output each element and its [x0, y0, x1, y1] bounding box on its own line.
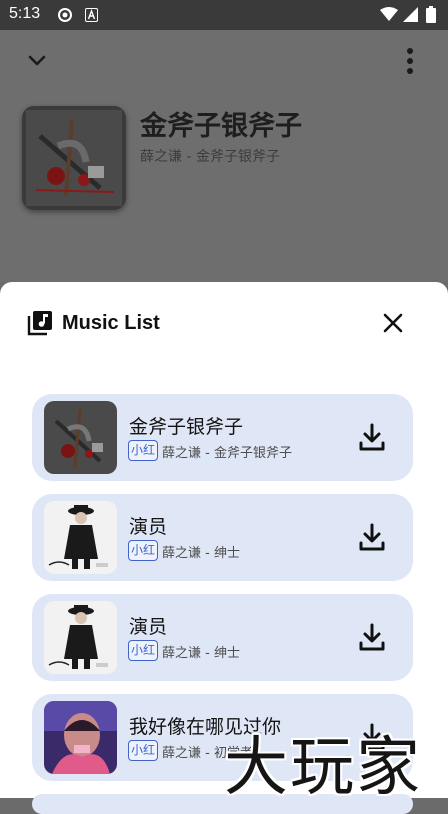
now-playing-subtitle: 薛之谦 - 金斧子银斧子	[140, 149, 280, 165]
song-cover	[44, 501, 117, 574]
watermark: 大玩家	[224, 731, 422, 805]
download-icon[interactable]	[358, 523, 386, 553]
source-badge: 小红	[128, 540, 159, 561]
download-icon[interactable]	[358, 423, 386, 453]
song-artist: 薛之谦 - 绅士	[162, 546, 240, 561]
song-cover	[44, 701, 117, 774]
song-artist: 薛之谦 - 金斧子银斧子	[162, 446, 292, 461]
sheet-title: Music List	[62, 312, 160, 334]
status-bar: 5:13	[0, 0, 448, 30]
wifi-icon	[380, 7, 398, 21]
source-badge: 小红	[128, 640, 159, 661]
record-icon	[58, 8, 72, 22]
song-title: 演员	[129, 516, 168, 538]
song-item[interactable]: 演员 小红 薛之谦 - 绅士	[32, 594, 413, 681]
song-cover	[44, 401, 117, 474]
signal-icon	[403, 7, 418, 22]
more-vert-icon[interactable]	[404, 46, 416, 76]
song-item[interactable]: 金斧子银斧子 小红 薛之谦 - 金斧子银斧子	[32, 394, 413, 481]
source-badge: 小红	[128, 740, 159, 761]
song-cover	[44, 601, 117, 674]
now-playing-title: 金斧子银斧子	[140, 111, 302, 142]
close-icon[interactable]	[382, 312, 404, 334]
song-title: 金斧子银斧子	[129, 416, 244, 438]
library-music-icon	[27, 311, 52, 336]
chevron-down-icon[interactable]	[24, 48, 50, 74]
battery-icon	[426, 6, 436, 23]
song-artist: 薛之谦 - 绅士	[162, 646, 240, 661]
source-badge: 小红	[128, 440, 159, 461]
now-playing-cover	[22, 106, 126, 210]
song-title: 演员	[129, 616, 168, 638]
song-item[interactable]: 演员 小红 薛之谦 - 绅士	[32, 494, 413, 581]
keyboard-a-icon	[85, 8, 98, 22]
status-time: 5:13	[9, 5, 41, 22]
download-icon[interactable]	[358, 623, 386, 653]
